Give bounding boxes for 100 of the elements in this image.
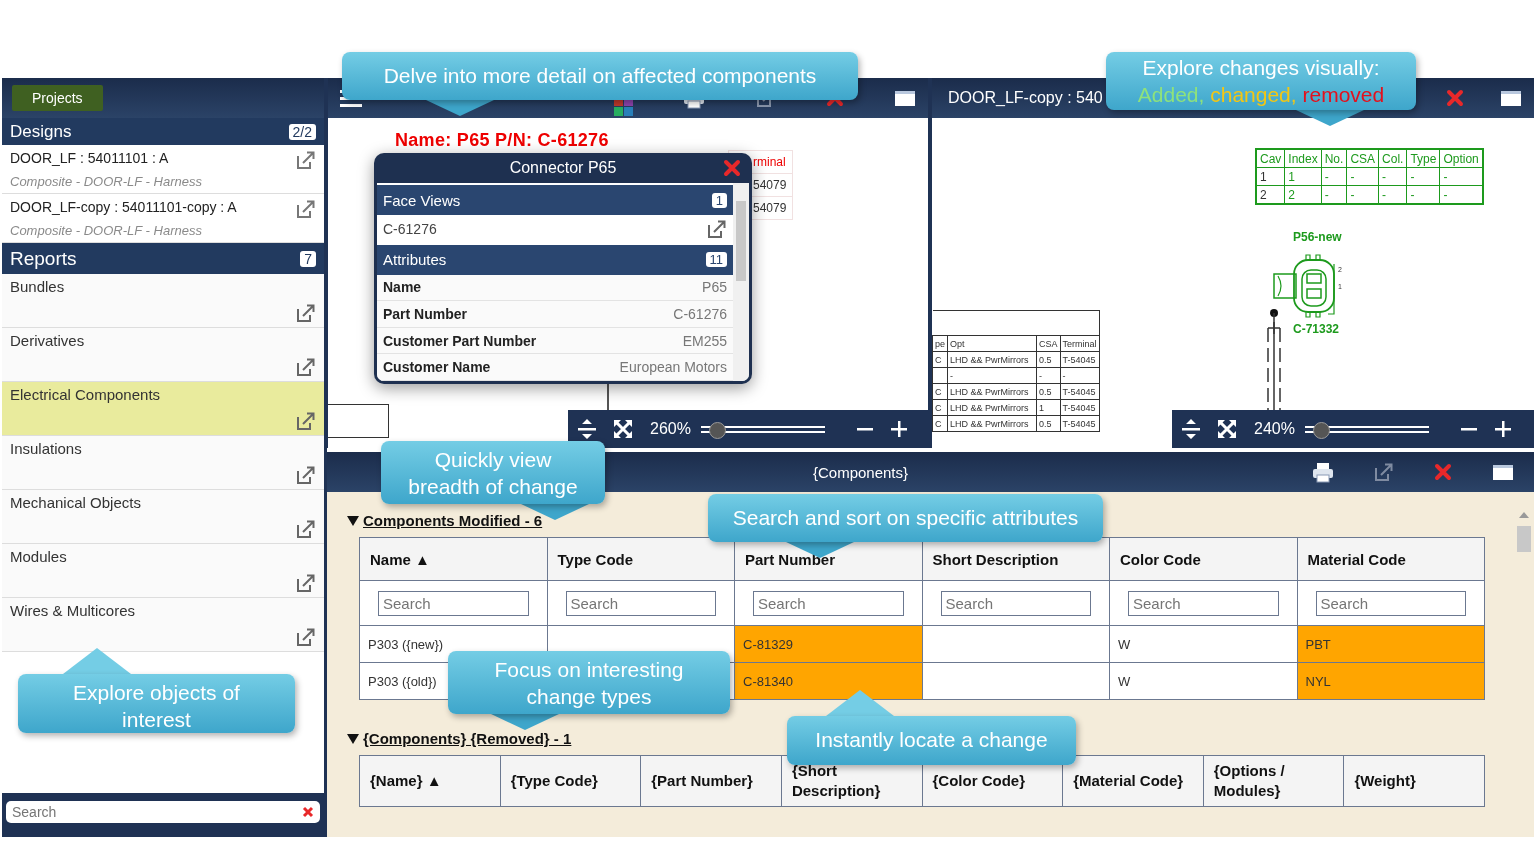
diagram-label: Name: P65 P/N: C-61276 [395,130,609,151]
table-cell: C [932,415,948,432]
report-item[interactable]: Bundles [2,274,324,328]
search-field[interactable]: Search [1315,590,1466,616]
legend-word: Added, [1137,83,1205,106]
search-box[interactable]: Search [6,801,320,823]
table-cell: LHD && PwrMirrors [947,351,1037,368]
table-cell: W [1109,662,1297,700]
search-field[interactable]: Search [753,590,904,616]
table-cell: LHD && PwrMirrors [947,383,1037,400]
attribute-name: Part Number [383,306,468,322]
callout-tooltip: Quickly view breadth of change [381,441,605,504]
table-cell: 0.5 [1036,351,1061,368]
report-item[interactable]: Electrical Components [2,382,324,436]
column-header[interactable]: {Weight} [1343,755,1485,807]
attribute-value: C-61276 [673,306,727,322]
column-header: CSA [1036,335,1061,352]
count-badge: 11 [705,252,727,268]
column-header: Type [1406,149,1440,168]
section-title: Attributes [383,251,447,269]
callout-text: Explore changes visually: [1141,55,1381,81]
column-header: Cav [1256,149,1285,168]
table-cell: - [947,367,1037,384]
column-header: Index [1284,149,1322,168]
callout-tooltip: Instantly locate a change [787,716,1076,765]
table-cell: C [932,399,948,416]
connector-name: P56-new [1293,230,1342,244]
projects-button[interactable]: Projects [12,85,103,111]
section-title[interactable]: Components Modified - 6 [363,512,543,529]
column-header: CSA [1346,149,1379,168]
search-field[interactable]: Search [565,590,716,616]
callout-tooltip: Focus on interesting change types [448,651,730,714]
attribute-value: P65 [702,279,727,296]
callout-tooltip: Explore objects of interest [18,674,295,733]
zoom-level: 260% [650,420,691,438]
count-badge: 2/2 [288,123,316,140]
column-header[interactable]: {Type Code} [500,755,641,807]
table-cell: - [1406,167,1440,186]
table-cell: NYL [1297,662,1485,700]
table-cell: C [932,383,948,400]
callout-tooltip: Search and sort on specific attributes [708,494,1103,542]
table-cell: C-81329 [734,625,922,663]
section-title: Designs [10,121,72,142]
table-cell: - [1036,367,1061,384]
column-header[interactable]: {Name} ▲ [359,755,501,807]
column-header[interactable]: {Options / Modules} [1203,755,1344,807]
table-cell: PBT [1297,625,1485,663]
section-title[interactable]: {Components} {Removed} - 1 [363,730,572,747]
count-badge: 7 [300,250,316,267]
section-title: Reports [10,247,77,270]
report-item[interactable]: Insulations [2,436,324,490]
table-cell: - [1321,167,1347,186]
popup-title: Connector P65 [509,159,617,177]
legend-word: changed, [1210,83,1297,106]
table-cell: LHD && PwrMirrors [947,399,1037,416]
column-header: Opt [947,335,1037,352]
attribute-value: European Motors [619,359,727,376]
report-item[interactable]: Modules [2,544,324,598]
table-cell: 0.5 [1036,383,1061,400]
table-cell: W [1109,625,1297,663]
callout-tooltip: Delve into more detail on affected components [342,52,858,100]
table-cell: 1 [1036,399,1061,416]
attribute-name: Customer Name [383,359,491,376]
table-cell: T-54045 [1060,415,1100,432]
table-cell: LHD && PwrMirrors [947,415,1037,432]
column-header[interactable]: {Part Number} [640,755,782,807]
table-cell: 1 [1256,167,1285,186]
table-cell: - [1060,367,1100,384]
report-item[interactable]: Derivatives [2,328,324,382]
table-cell: - [1346,167,1379,186]
column-header: Terminal [1060,335,1100,352]
zoom-level: 240% [1254,420,1295,438]
count-badge: 1 [711,192,727,208]
table-cell: 1 [1284,167,1322,186]
search-field[interactable]: Search [940,590,1091,616]
report-item[interactable]: Wires & Multicores [2,598,324,652]
table-cell: C-81340 [734,662,922,700]
column-header[interactable]: Name ▲ [359,537,547,581]
design-item[interactable]: DOOR_LF : 54011101 : A Composite - DOOR-LF - Harness [2,145,324,194]
table-cell: T-54045 [1060,399,1100,416]
table-cell: 0.5 [1036,415,1061,432]
column-header: Col. [1378,149,1407,168]
search-field[interactable]: Search [1128,590,1279,616]
column-header: pe [932,335,948,352]
report-item[interactable]: Mechanical Objects [2,490,324,544]
column-header[interactable]: Type Code [547,537,735,581]
table-cell: - [1378,167,1407,186]
column-header[interactable]: Material Code [1297,537,1485,581]
column-header[interactable]: Color Code [1109,537,1297,581]
pane-title: {Components} [812,463,909,481]
pane-title: DOOR_LF-copy : 540 [948,89,1103,107]
legend-word: removed [1302,83,1385,106]
attribute-name: Name [383,279,422,296]
column-header[interactable]: {Material Code} [1062,755,1204,807]
attribute-name: Customer Part Number [383,332,537,349]
column-header: No. [1321,149,1347,168]
table-cell: C [932,351,948,368]
connector-part-number: C-71332 [1293,322,1340,336]
search-field[interactable]: Search [378,590,529,616]
section-title: Face Views [383,191,461,209]
